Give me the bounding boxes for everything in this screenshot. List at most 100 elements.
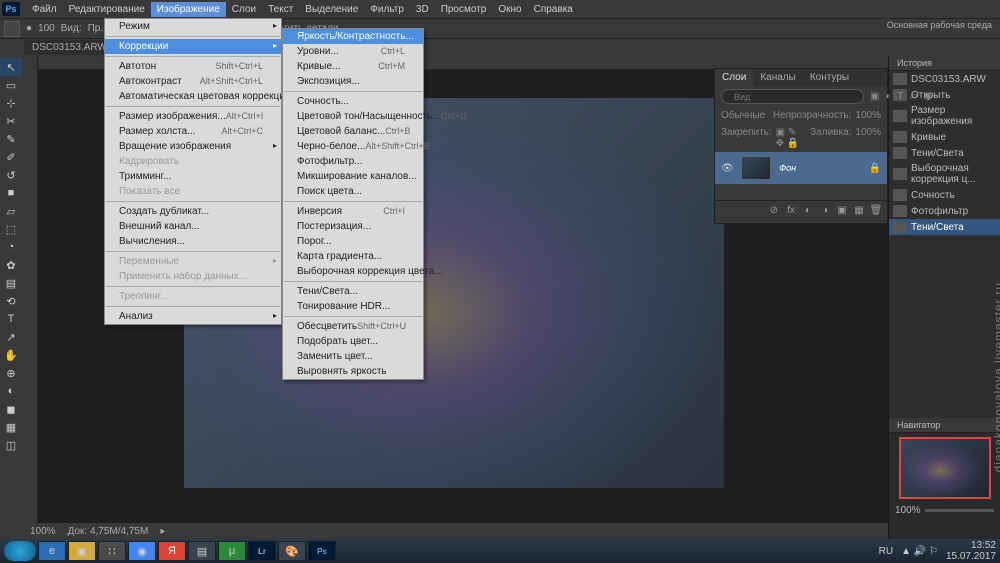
menu-просмотр[interactable]: Просмотр [435, 2, 493, 17]
menu-item[interactable]: ИнверсияCtrl+I [283, 204, 423, 219]
fx-icon[interactable]: fx [784, 205, 798, 219]
tray-lang[interactable]: RU [879, 546, 893, 557]
start-button[interactable] [4, 541, 36, 561]
tb-app[interactable]: ▤ [188, 541, 216, 561]
history-step[interactable]: Сочность [889, 187, 1000, 203]
filter-icon[interactable]: ▱ [910, 91, 918, 102]
menu-редактирование[interactable]: Редактирование [63, 2, 151, 17]
tab-layers[interactable]: Слои [715, 69, 753, 86]
menu-изображение[interactable]: Изображение [151, 2, 226, 17]
visibility-icon[interactable]: 👁 [721, 163, 733, 174]
menu-item[interactable]: Цветовой тон/Насыщенность...Ctrl+U [283, 109, 423, 124]
menu-item[interactable]: Размер холста...Alt+Ctrl+C [105, 124, 281, 139]
workspace-selector[interactable]: Основная рабочая среда [887, 20, 992, 30]
layer-thumbnail[interactable] [741, 156, 771, 180]
link-icon[interactable]: ⊘ [767, 205, 781, 219]
filter-toggle[interactable]: ◉ [923, 91, 932, 102]
tb-explorer[interactable]: ▣ [68, 541, 96, 561]
menu-фильтр[interactable]: Фильтр [364, 2, 410, 17]
menu-текст[interactable]: Текст [262, 2, 299, 17]
status-zoom[interactable]: 100% [30, 526, 56, 537]
menu-item[interactable]: Карта градиента... [283, 249, 423, 264]
blend-mode[interactable]: Обычные [721, 110, 765, 121]
tool-4[interactable]: ✎ [0, 130, 22, 148]
menu-item[interactable]: Коррекции [105, 39, 281, 54]
menu-item[interactable]: ОбесцветитьShift+Ctrl+U [283, 319, 423, 334]
tb-app[interactable]: 🎨 [278, 541, 306, 561]
tool-15[interactable]: ↗ [0, 328, 22, 346]
menu-item[interactable]: Черно-белое...Alt+Shift+Ctrl+B [283, 139, 423, 154]
menu-item[interactable]: Анализ [105, 309, 281, 324]
tray-date[interactable]: 15.07.2017 [946, 551, 996, 562]
tb-ie[interactable]: e [38, 541, 66, 561]
tool-2[interactable]: ⊹ [0, 94, 22, 112]
adjustment-icon[interactable]: ◑ [818, 205, 832, 219]
menu-item[interactable]: Заменить цвет... [283, 349, 423, 364]
menu-item[interactable]: Автоматическая цветовая коррекцияShift+C… [105, 89, 281, 104]
tb-utorrent[interactable]: μ [218, 541, 246, 561]
tab-paths[interactable]: Контуры [803, 69, 856, 86]
history-step[interactable]: Открыть [889, 87, 1000, 103]
filter-icon[interactable]: T [898, 91, 904, 102]
menu-item[interactable]: Уровни...Ctrl+L [283, 44, 423, 59]
history-step[interactable]: Тени/Света [889, 219, 1000, 235]
menu-item[interactable]: АвтотонShift+Ctrl+L [105, 59, 281, 74]
tool-preset-icon[interactable] [4, 21, 20, 37]
navigator-thumbnail[interactable] [899, 437, 991, 499]
tool-21[interactable]: ◫ [0, 436, 22, 454]
tool-6[interactable]: ↺ [0, 166, 22, 184]
tool-20[interactable]: ▦ [0, 418, 22, 436]
nav-slider[interactable] [925, 509, 994, 512]
tool-9[interactable]: ⬚ [0, 220, 22, 238]
tb-app[interactable]: ∷ [98, 541, 126, 561]
tray-icons[interactable]: ▲ 🔊 ⚐ [901, 546, 938, 557]
menu-item[interactable]: Вращение изображения [105, 139, 281, 154]
history-step[interactable]: Выборочная коррекция ц... [889, 161, 1000, 187]
menu-item[interactable]: Поиск цвета... [283, 184, 423, 199]
history-step[interactable]: Тени/Света [889, 145, 1000, 161]
navigator-tab[interactable]: Навигатор [889, 418, 1000, 433]
tool-13[interactable]: ⟲ [0, 292, 22, 310]
tray-time[interactable]: 13:52 [946, 540, 996, 551]
ruler-vertical[interactable] [24, 56, 38, 543]
nav-zoom[interactable]: 100% [895, 505, 921, 516]
filter-icon[interactable]: ◐ [885, 91, 891, 102]
tool-1[interactable]: ▭ [0, 76, 22, 94]
menu-справка[interactable]: Справка [528, 2, 579, 17]
tool-18[interactable]: ◐ [0, 382, 22, 400]
history-tab[interactable]: История [889, 56, 1000, 71]
layer-name[interactable]: Фон [779, 163, 796, 173]
tool-17[interactable]: ⊕ [0, 364, 22, 382]
menu-item[interactable]: Режим [105, 19, 281, 34]
status-arrow-icon[interactable]: ▸ [160, 526, 165, 537]
filter-icon[interactable]: ▣ [870, 91, 879, 102]
menu-выделение[interactable]: Выделение [299, 2, 364, 17]
menu-item[interactable]: Выровнять яркость [283, 364, 423, 379]
tool-8[interactable]: ▱ [0, 202, 22, 220]
menu-item[interactable]: Порог... [283, 234, 423, 249]
tool-10[interactable]: ◔ [0, 238, 22, 256]
tb-lightroom[interactable]: Lr [248, 541, 276, 561]
folder-icon[interactable]: ▣ [835, 205, 849, 219]
menu-окно[interactable]: Окно [492, 2, 527, 17]
tb-photoshop[interactable]: Ps [308, 541, 336, 561]
tool-3[interactable]: ✂ [0, 112, 22, 130]
opacity-value[interactable]: 100% [855, 110, 881, 121]
menu-файл[interactable]: Файл [26, 2, 63, 17]
menu-слои[interactable]: Слои [226, 2, 262, 17]
mask-icon[interactable]: ◐ [801, 205, 815, 219]
menu-item[interactable]: Кривые...Ctrl+M [283, 59, 423, 74]
status-doc-info[interactable]: Док: 4,75M/4,75M [68, 526, 149, 537]
menu-item[interactable]: Вычисления... [105, 234, 281, 249]
tool-14[interactable]: T [0, 310, 22, 328]
tb-yandex[interactable]: Я [158, 541, 186, 561]
tool-12[interactable]: ▤ [0, 274, 22, 292]
menu-item[interactable]: Тримминг... [105, 169, 281, 184]
history-step[interactable]: Фотофильтр [889, 203, 1000, 219]
menu-item[interactable]: Экспозиция... [283, 74, 423, 89]
history-step[interactable]: Кривые [889, 129, 1000, 145]
menu-item[interactable]: Яркость/Контрастность... [283, 29, 423, 44]
menu-item[interactable]: Тонирование HDR... [283, 299, 423, 314]
menu-item[interactable]: Выборочная коррекция цвета... [283, 264, 423, 279]
menu-item[interactable]: Подобрать цвет... [283, 334, 423, 349]
